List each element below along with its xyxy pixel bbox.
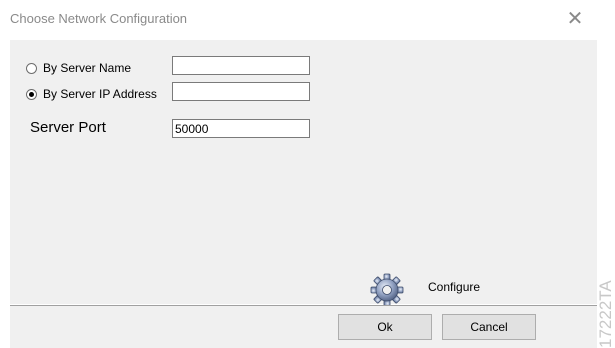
server-port-input[interactable]: 50000 bbox=[172, 119, 310, 138]
button-bar: Ok Cancel bbox=[10, 305, 597, 348]
title-bar: Choose Network Configuration ✕ bbox=[0, 0, 598, 40]
dialog-body: By Server Name By Server IP Address Serv… bbox=[10, 40, 597, 307]
radio-label-server-name: By Server Name bbox=[43, 61, 132, 75]
radio-by-server-ip[interactable]: By Server IP Address bbox=[26, 86, 157, 102]
gear-icon[interactable] bbox=[370, 273, 404, 307]
server-name-input[interactable] bbox=[172, 56, 310, 75]
window-title: Choose Network Configuration bbox=[10, 11, 188, 26]
ok-button[interactable]: Ok bbox=[338, 314, 432, 340]
radio-button-checked[interactable] bbox=[26, 88, 37, 100]
server-port-label: Server Port bbox=[30, 119, 106, 136]
figure-id-stamp: 17222TA bbox=[596, 262, 615, 348]
figure-id-text: 17222TA bbox=[596, 280, 615, 348]
radio-by-server-name[interactable]: By Server Name bbox=[26, 60, 131, 76]
radio-label-server-ip: By Server IP Address bbox=[43, 87, 157, 101]
close-icon[interactable]: ✕ bbox=[566, 9, 584, 29]
cancel-button[interactable]: Cancel bbox=[442, 314, 536, 340]
server-ip-input[interactable] bbox=[172, 82, 310, 101]
radio-button-unchecked[interactable] bbox=[26, 62, 37, 74]
configure-label[interactable]: Configure bbox=[428, 280, 480, 294]
